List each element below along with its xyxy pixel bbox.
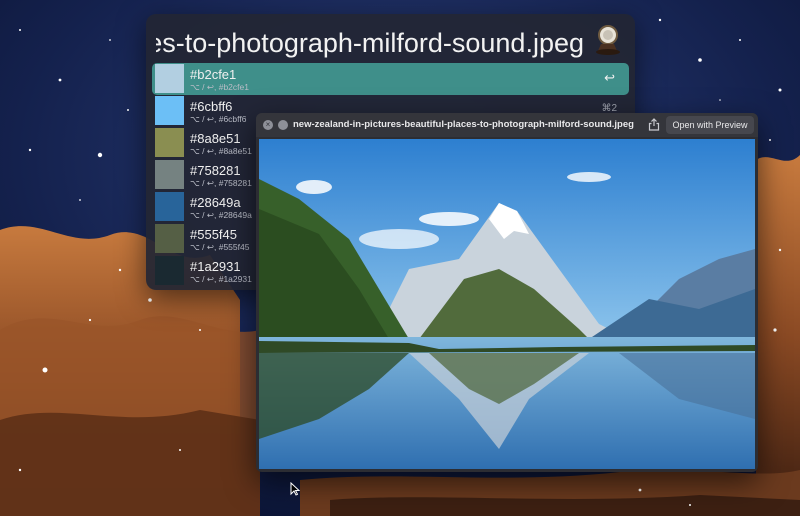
color-hex-label: #758281 [190,163,241,178]
fullscreen-icon[interactable] [278,120,288,130]
color-hex-label: #8a8e51 [190,131,241,146]
color-hex-label: #28649a [190,195,241,210]
color-subtitle: ⌥ / ↩, #b2cfe1 [190,82,249,92]
color-hex-label: #555f45 [190,227,237,242]
color-hex-label: #6cbff6 [190,99,233,114]
window-titlebar: × new-zealand-in-pictures-beautiful-plac… [256,113,758,137]
color-swatch [155,160,184,189]
color-picker-app-icon [596,25,620,55]
color-swatch [155,256,184,285]
color-hex-label: #1a2931 [190,259,241,274]
color-swatch [155,128,184,157]
color-subtitle: ⌥ / ↩, #758281 [190,178,252,188]
color-subtitle: ⌥ / ↩, #1a2931 [190,274,252,284]
color-swatch [155,192,184,221]
milford-sound-photo [259,139,755,469]
color-swatch [155,64,184,93]
return-icon: ↩ [604,70,615,85]
color-hex-label: #b2cfe1 [190,67,237,82]
color-subtitle: ⌥ / ↩, #555f45 [190,242,250,252]
color-subtitle: ⌥ / ↩, #6cbff6 [190,114,247,124]
window-title: new-zealand-in-pictures-beautiful-places… [293,119,634,130]
search-input[interactable]: new-zealand-in-pictures-beautiful-places… [156,24,584,62]
open-with-preview-button[interactable]: Open with Preview [666,116,754,134]
color-subtitle: ⌥ / ↩, #28649a [190,210,252,220]
mouse-cursor-icon [290,482,300,496]
quick-look-window: × new-zealand-in-pictures-beautiful-plac… [256,113,758,472]
color-result-item[interactable]: #b2cfe1 ⌥ / ↩, #b2cfe1 ↩ [152,63,629,95]
close-icon[interactable]: × [263,120,273,130]
share-icon[interactable] [648,118,660,131]
color-swatch [155,224,184,253]
color-swatch [155,96,184,125]
color-subtitle: ⌥ / ↩, #8a8e51 [190,146,252,156]
